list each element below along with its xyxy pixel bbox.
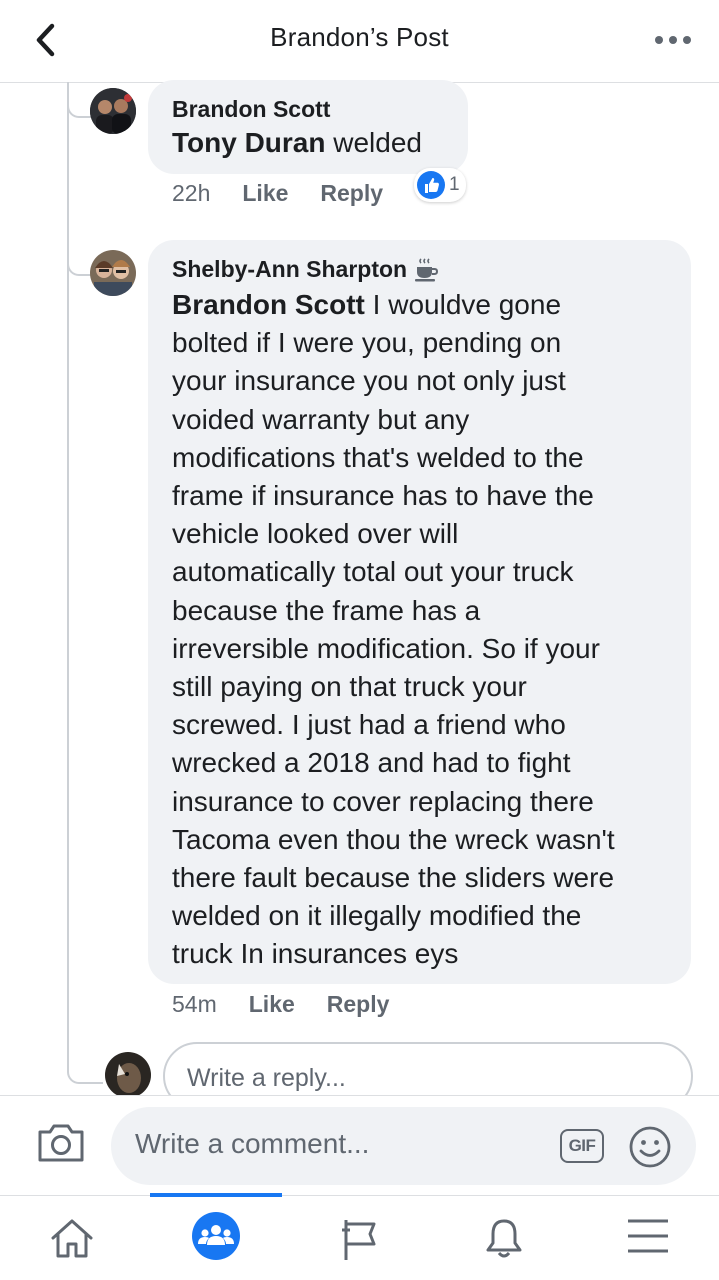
post-header: Brandon’s Post — [0, 0, 719, 83]
emoji-icon[interactable] — [628, 1125, 672, 1169]
comment-composer: Write a comment... GIF — [0, 1095, 719, 1196]
comment-line: Brandon Scott I wouldve gone — [172, 289, 562, 320]
tab-notifications[interactable] — [432, 1196, 575, 1280]
tab-menu[interactable] — [576, 1196, 719, 1280]
my-avatar — [105, 1052, 151, 1098]
avatar[interactable] — [90, 250, 136, 296]
notifications-bell-icon — [486, 1219, 521, 1258]
reply-button[interactable]: Reply — [327, 991, 390, 1017]
comment-timestamp[interactable]: 54m — [172, 991, 217, 1017]
thread-line — [67, 82, 69, 1072]
home-icon — [51, 1219, 92, 1258]
comment-line: Tacoma even thou the wreck wasn't — [172, 823, 615, 855]
comment-line: insurance to cover replacing there — [172, 785, 594, 817]
comment-line: irreversible modification. So if your — [172, 632, 600, 664]
comment-line: bolted if I were you, pending on — [172, 327, 562, 359]
mention-link[interactable]: Tony Duran — [172, 127, 325, 158]
comment-input[interactable]: Write a comment... GIF — [111, 1107, 696, 1185]
thread-connector — [67, 252, 91, 276]
reaction-count-value: 1 — [449, 174, 460, 195]
avatar[interactable] — [90, 88, 136, 134]
comment-line: wrecked a 2018 and had to fight — [172, 747, 571, 779]
more-options-icon[interactable] — [653, 33, 693, 47]
comment-bubble: Brandon Scott Tony Duran welded — [148, 80, 468, 174]
comment-line: welded on it illegally modified the — [172, 900, 582, 932]
comment-meta: 54m Like Reply — [172, 991, 389, 1018]
thread-connector — [67, 1060, 103, 1084]
comment-line: screwed. I just had a friend who — [172, 709, 566, 741]
comment-line: automatically total out your truck — [172, 556, 574, 588]
like-reaction-icon — [417, 171, 445, 199]
coffee-icon — [415, 257, 439, 281]
camera-icon[interactable] — [36, 1120, 86, 1164]
comment-body: welded — [325, 127, 422, 158]
comment-line: frame if insurance has to have the — [172, 480, 594, 512]
comment-line: because the frame has a — [172, 594, 481, 626]
comment-line: there fault because the sliders were — [172, 862, 615, 894]
like-button[interactable]: Like — [249, 991, 295, 1017]
reaction-count[interactable]: 1 — [414, 168, 466, 202]
gif-button[interactable]: GIF — [560, 1129, 604, 1163]
comment-line: still paying on that truck your — [172, 671, 527, 703]
comment-text: Brandon Scott I wouldve gone bolted if I… — [172, 286, 615, 974]
comment-bubble: Shelby-Ann Sharpton Brandon Scott I woul… — [148, 240, 691, 984]
tab-groups[interactable] — [144, 1196, 287, 1280]
comment-author[interactable]: Shelby-Ann Sharpton — [172, 256, 407, 283]
comment-line: truck In insurances eys — [172, 938, 459, 970]
tab-pages[interactable] — [288, 1196, 431, 1280]
groups-icon — [191, 1212, 240, 1260]
comment-timestamp[interactable]: 22h — [172, 180, 210, 206]
comment-line: your insurance you not only just — [172, 365, 566, 397]
comment-line: vehicle looked over will — [172, 518, 459, 550]
comment-text: Tony Duran welded — [172, 124, 422, 162]
comment-line: voided warranty but any — [172, 403, 470, 435]
tab-home[interactable] — [0, 1196, 143, 1280]
comment-line: modifications that's welded to the — [172, 441, 584, 473]
comment-meta: 22h Like Reply — [172, 180, 383, 207]
reply-button[interactable]: Reply — [320, 180, 383, 206]
pages-flag-icon — [341, 1220, 375, 1260]
menu-icon — [627, 1219, 668, 1253]
comment-placeholder: Write a comment... — [135, 1128, 370, 1159]
thread-connector — [67, 94, 91, 118]
like-button[interactable]: Like — [242, 180, 288, 206]
bottom-tab-bar — [0, 1193, 719, 1280]
comment-author[interactable]: Brandon Scott — [172, 96, 330, 123]
page-title: Brandon’s Post — [270, 22, 449, 52]
mention-link[interactable]: Brandon Scott — [172, 289, 365, 320]
